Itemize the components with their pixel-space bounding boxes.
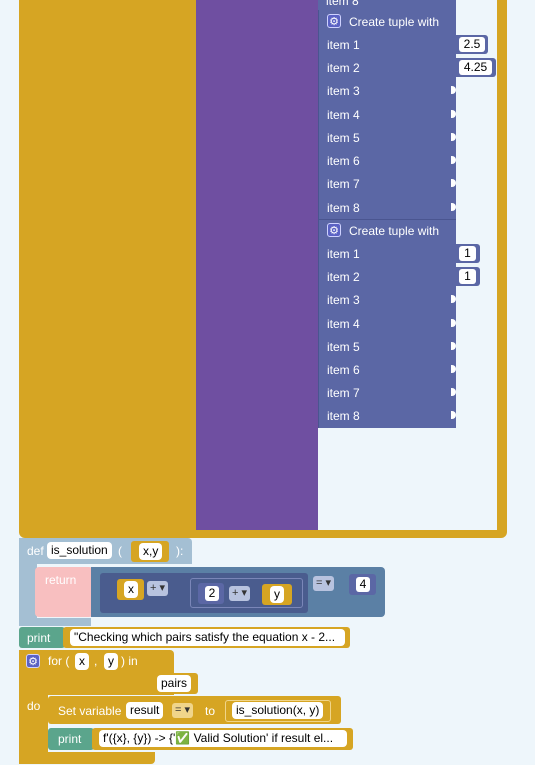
tuple-1-item-6: item 6 — [327, 154, 360, 168]
tuple-2-item-2: item 2 — [327, 270, 360, 284]
num-field[interactable]: 2 — [205, 586, 219, 601]
tuple-2-item-4: item 4 — [327, 317, 360, 331]
tuple-1-item-1: item 1 — [327, 38, 360, 52]
tuple-2-value-1[interactable]: 1 — [459, 246, 476, 261]
for-var-1[interactable]: x — [75, 653, 89, 670]
var-x-field[interactable]: x — [124, 581, 138, 598]
tuple-2-item-8: item 8 — [327, 409, 360, 423]
for-block-foot — [19, 752, 155, 764]
tuple-1-item-2: item 2 — [327, 61, 360, 75]
plus-operator-2[interactable]: + ▾ — [229, 586, 251, 601]
rhs-field[interactable]: 4 — [356, 577, 370, 592]
for-var-2[interactable]: y — [104, 653, 118, 670]
tuple-2-item-5: item 5 — [327, 340, 360, 354]
tuple-2-item-3: item 3 — [327, 293, 360, 307]
tuple-2-value-2[interactable]: 1 — [459, 269, 476, 284]
def-open-paren: ( — [118, 544, 122, 558]
iterable-field[interactable]: pairs — [157, 675, 192, 692]
set-variable-label: Set variable — [58, 704, 122, 718]
set-value-field[interactable]: is_solution(x, y) — [232, 702, 324, 719]
set-to-label: to — [205, 704, 216, 718]
tuple-1-item-4: item 4 — [327, 108, 360, 122]
print-string-field[interactable]: "Checking which pairs satisfy the equati… — [70, 629, 345, 646]
purple-block[interactable] — [196, 0, 318, 530]
def-keyword: def — [27, 544, 44, 558]
gear-icon[interactable]: ⚙ — [327, 14, 341, 28]
def-block-foot — [19, 618, 91, 626]
tuple-2-item-1: item 1 — [327, 247, 360, 261]
for-in: ) in — [121, 654, 138, 668]
tuple-1-value-1[interactable]: 2.5 — [459, 37, 485, 52]
def-close: ): — [176, 544, 184, 558]
return-keyword: return — [45, 573, 77, 587]
tuple-1-title: Create tuple with — [349, 15, 440, 29]
for-comma: , — [94, 654, 98, 668]
var-y-field[interactable]: y — [270, 586, 284, 603]
for-keyword: for ( — [48, 654, 70, 668]
tuple-cut-item: item 8 — [326, 0, 359, 8]
assign-operator[interactable]: = ▾ — [172, 703, 194, 718]
params-field[interactable]: x,y — [139, 543, 163, 560]
function-name-field[interactable]: is_solution — [47, 542, 112, 559]
tuple-2-item-6: item 6 — [327, 363, 360, 377]
tuple-1-item-5: item 5 — [327, 131, 360, 145]
print-keyword: print — [58, 732, 82, 746]
tuple-2-item-7: item 7 — [327, 386, 360, 400]
gear-icon[interactable]: ⚙ — [26, 654, 40, 668]
tuple-1-value-2[interactable]: 4.25 — [459, 60, 492, 75]
tuple-1-item-3: item 3 — [327, 84, 360, 98]
print-fstring-field[interactable]: f'({x}, {y}) -> {'✅ Valid Solution' if r… — [99, 730, 347, 747]
gear-icon[interactable]: ⚙ — [327, 223, 341, 237]
tuple-2-title: Create tuple with — [349, 224, 440, 238]
tuple-1-item-7: item 7 — [327, 177, 360, 191]
set-variable-name[interactable]: result — [126, 702, 164, 719]
plus-operator-1[interactable]: + ▾ — [147, 581, 169, 596]
equals-operator[interactable]: = ▾ — [313, 576, 335, 591]
tuple-1-item-8: item 8 — [327, 201, 360, 215]
print-keyword: print — [27, 631, 51, 645]
do-keyword: do — [27, 699, 41, 713]
